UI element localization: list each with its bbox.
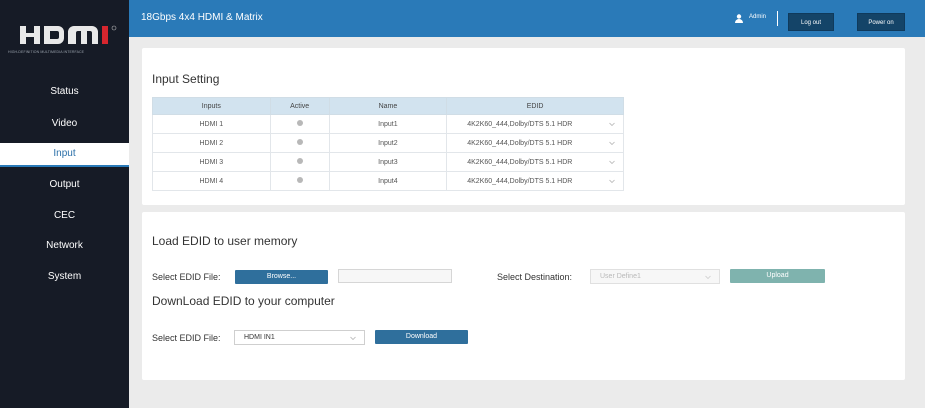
table-row: HDMI 4 Input4 4K2K60_444,Dolby/DTS 5.1 H… — [152, 171, 624, 191]
input-table: Inputs Active Name EDID HDMI 1 Input1 4K… — [152, 97, 624, 191]
active-cell — [269, 114, 330, 134]
top-bar: 18Gbps 4x4 HDMI & Matrix Admin Log out P… — [129, 0, 925, 37]
download-select-edid-file-label: Select EDID File: — [152, 333, 221, 343]
input-cell: HDMI 3 — [152, 152, 271, 172]
select-destination-label: Select Destination: — [497, 272, 573, 282]
panel-title: Input Setting — [152, 72, 220, 86]
top-divider — [777, 11, 778, 26]
hdmi-logo: HIGH-DEFINITION MULTIMEDIA INTERFACE — [0, 0, 129, 60]
edid-value: 4K2K60_444,Dolby/DTS 5.1 HDR — [467, 158, 573, 166]
chevron-down-icon — [350, 336, 356, 340]
table-row: HDMI 3 Input3 4K2K60_444,Dolby/DTS 5.1 H… — [152, 152, 624, 172]
chevron-down-icon — [609, 122, 615, 126]
active-cell — [269, 171, 330, 191]
column-header-name: Name — [328, 97, 448, 115]
app-title: 18Gbps 4x4 HDMI & Matrix — [141, 12, 263, 23]
sidebar: HIGH-DEFINITION MULTIMEDIA INTERFACE Sta… — [0, 0, 129, 408]
name-cell[interactable]: Input4 — [328, 171, 448, 191]
download-edid-title: DownLoad EDID to your computer — [152, 294, 335, 308]
active-status-dot — [296, 139, 303, 145]
edid-select[interactable]: 4K2K60_444,Dolby/DTS 5.1 HDR — [446, 114, 624, 134]
upload-button[interactable]: Upload — [730, 269, 825, 283]
power-on-button[interactable]: Power on — [857, 13, 905, 31]
name-cell[interactable]: Input1 — [328, 114, 448, 134]
input-cell: HDMI 2 — [152, 133, 271, 153]
input-setting-panel: Input Setting Inputs Active Name EDID HD… — [142, 48, 905, 205]
sidebar-item-output[interactable]: Output — [0, 174, 129, 196]
sidebar-item-network[interactable]: Network — [0, 235, 129, 257]
edid-select[interactable]: 4K2K60_444,Dolby/DTS 5.1 HDR — [446, 133, 624, 153]
column-header-inputs: Inputs — [152, 97, 271, 115]
sidebar-item-status[interactable]: Status — [0, 81, 129, 103]
download-edid-value: HDMI IN1 — [244, 334, 275, 341]
download-button[interactable]: Download — [375, 330, 468, 344]
name-cell[interactable]: Input2 — [328, 133, 448, 153]
sidebar-item-video[interactable]: Video — [0, 113, 129, 135]
destination-select[interactable]: User Define1 — [590, 269, 720, 284]
active-cell — [269, 133, 330, 153]
edid-select[interactable]: 4K2K60_444,Dolby/DTS 5.1 HDR — [446, 152, 624, 172]
chevron-down-icon — [609, 141, 615, 145]
select-edid-file-label: Select EDID File: — [152, 272, 221, 282]
table-row: HDMI 1 Input1 4K2K60_444,Dolby/DTS 5.1 H… — [152, 114, 624, 134]
table-header-row: Inputs Active Name EDID — [152, 97, 624, 115]
destination-value: User Define1 — [600, 273, 641, 280]
chevron-down-icon — [609, 179, 615, 183]
chevron-down-icon — [705, 275, 711, 279]
active-status-dot — [296, 158, 303, 164]
edid-value: 4K2K60_444,Dolby/DTS 5.1 HDR — [467, 177, 573, 185]
logout-button[interactable]: Log out — [788, 13, 834, 31]
edid-value: 4K2K60_444,Dolby/DTS 5.1 HDR — [467, 120, 573, 128]
sidebar-item-system[interactable]: System — [0, 266, 129, 288]
input-cell: HDMI 1 — [152, 114, 271, 134]
edid-panel: Load EDID to user memory Select EDID Fil… — [142, 212, 905, 380]
sidebar-item-cec[interactable]: CEC — [0, 205, 129, 227]
name-cell[interactable]: Input3 — [328, 152, 448, 172]
edid-value: 4K2K60_444,Dolby/DTS 5.1 HDR — [467, 139, 573, 147]
logo-subtitle: HIGH-DEFINITION MULTIMEDIA INTERFACE — [8, 50, 85, 54]
file-path-field[interactable] — [338, 269, 452, 283]
browse-button[interactable]: Browse... — [235, 270, 328, 284]
edid-select[interactable]: 4K2K60_444,Dolby/DTS 5.1 HDR — [446, 171, 624, 191]
download-edid-select[interactable]: HDMI IN1 — [234, 330, 365, 345]
hdmi-logo-icon — [20, 25, 117, 44]
column-header-active: Active — [269, 97, 330, 115]
column-header-edid: EDID — [446, 97, 624, 115]
load-edid-title: Load EDID to user memory — [152, 234, 298, 248]
active-cell — [269, 152, 330, 172]
user-icon — [735, 14, 743, 23]
active-status-dot — [296, 177, 303, 183]
input-cell: HDMI 4 — [152, 171, 271, 191]
active-status-dot — [296, 120, 303, 126]
chevron-down-icon — [609, 160, 615, 164]
username: Admin — [749, 14, 767, 20]
sidebar-item-input[interactable]: Input — [0, 143, 129, 167]
table-row: HDMI 2 Input2 4K2K60_444,Dolby/DTS 5.1 H… — [152, 133, 624, 153]
